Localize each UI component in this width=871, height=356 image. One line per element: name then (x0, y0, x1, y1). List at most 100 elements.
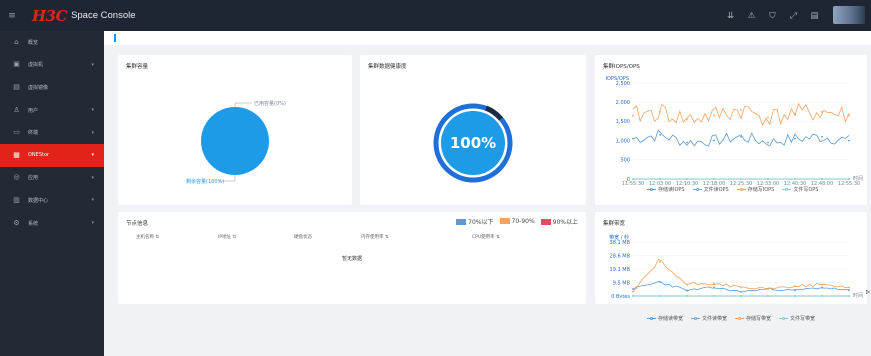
legend-label: 文件写带宽 (790, 316, 816, 322)
series-point-3 (632, 178, 634, 180)
sidebar-item-3[interactable]: ♙ 用户 ▾ (0, 99, 104, 122)
series-point-2 (848, 114, 850, 117)
sidebar-item-icon: ▥ (13, 195, 20, 204)
legend-marker-icon (735, 316, 745, 321)
series-point-3 (686, 295, 688, 297)
capacity-pie-chart: 已用容量(0%) 剩余容量(100%) (186, 100, 286, 185)
legend-item[interactable]: 文件写OPS (782, 186, 818, 193)
top-bar: ≡ H3C Space Console ⇊ ⚠ ⛉ ⤢ ▤ (0, 0, 871, 31)
sidebar-item-1[interactable]: ▣ 虚拟机 ▾ (0, 54, 104, 77)
x-tick-label: 11:55:30 (622, 181, 644, 187)
iops-line-chart: IOPS/OPS2,5002,0001,5001,000500011:55:30… (606, 76, 863, 187)
series-point-3 (794, 178, 796, 180)
avatar[interactable] (833, 6, 865, 24)
legend-item-high[interactable]: 90%以上 (540, 217, 578, 226)
series-point-2 (659, 261, 661, 263)
chevron-down-icon: ▾ (91, 197, 94, 204)
series-point-2 (740, 108, 742, 111)
series-point-2 (821, 110, 823, 113)
series-point-0 (740, 290, 742, 293)
legend-item[interactable]: 存储写带宽 (735, 315, 771, 322)
series-point-3 (713, 178, 715, 180)
series-point-0 (848, 139, 850, 142)
shield-icon[interactable]: ⛉ (762, 11, 783, 21)
chevron-down-icon: ▾ (91, 129, 94, 136)
series-point-3 (659, 295, 661, 297)
bandwidth-legend: 存储读带宽 文件读带宽 存储写带宽 文件写带宽 (647, 315, 815, 322)
series-point-0 (632, 137, 634, 140)
pie-slice-free[interactable] (201, 107, 269, 175)
legend-item[interactable]: 文件读带宽 (691, 315, 727, 322)
health-gauge: 100% (433, 103, 513, 183)
series-point-0 (821, 286, 823, 289)
legend-item[interactable]: 文件读OPS (692, 186, 729, 193)
calendar-icon[interactable]: ▤ (804, 11, 825, 21)
bandwidth-line-chart: 带宽 / 秒38.1 MB28.6 MB19.1 MB9.5 MB0 Bytes… (609, 234, 863, 298)
series-point-3 (848, 295, 850, 297)
y-tick-label: 500 (620, 158, 630, 164)
menu-toggle-icon[interactable]: ≡ (0, 11, 24, 21)
download-icon[interactable]: ⇊ (720, 11, 741, 21)
sidebar-item-7[interactable]: ▥ 数据中心 ▾ (0, 189, 104, 212)
iops-legend: 存储读IOPS 文件读OPS 存储写IOPS 文件写OPS (647, 186, 818, 193)
series-point-3 (740, 178, 742, 180)
column-host-name[interactable]: 主机名称 ⇅ (136, 234, 159, 240)
sidebar-item-label: 虚拟机 (28, 62, 44, 69)
series-point-0 (632, 288, 634, 290)
sidebar-item-2[interactable]: ▤ 虚拟镜像 (0, 76, 104, 99)
health-value: 100% (450, 134, 496, 152)
series-point-0 (794, 137, 796, 140)
sidebar-item-0[interactable]: ⌂ 概览 (0, 31, 104, 54)
sidebar-item-icon: ♙ (13, 105, 20, 114)
sidebar-item-label: 概览 (28, 39, 39, 46)
series-line-0[interactable] (632, 129, 850, 147)
column-ip-address[interactable]: IP地址 ⇅ (218, 234, 236, 240)
column-cpu-usage[interactable]: CPU使用率 ⇅ (472, 234, 500, 240)
series-point-2 (632, 114, 634, 117)
capacity-card: 集群容量 已用容量(0%) 剩余容量(100%) (118, 55, 352, 205)
h3c-logo: H3C (32, 6, 68, 25)
sidebar-item-4[interactable]: ▭ 终端 ▾ (0, 121, 104, 144)
sidebar-item-label: ONEStor (28, 152, 50, 159)
series-point-2 (659, 110, 661, 113)
legend-item[interactable]: 存储写IOPS (736, 186, 774, 193)
legend-item-low[interactable]: 70%以下 (456, 217, 494, 226)
app-name: Space Console (71, 10, 136, 21)
fullscreen-icon[interactable]: ⤢ (783, 11, 804, 21)
y-tick-label: 2,500 (616, 81, 630, 87)
sidebar-item-8[interactable]: ⚙ 系统 ▾ (0, 212, 104, 235)
sidebar-item-5[interactable]: ▦ ONEStor ▾ (0, 143, 104, 167)
y-tick-label: 19.1 MB (610, 267, 631, 273)
legend-item[interactable]: 文件写带宽 (779, 315, 815, 322)
sidebar-item-label: 应用 (28, 175, 39, 182)
series-point-2 (767, 288, 769, 290)
series-line-2[interactable] (632, 102, 850, 126)
column-memory-usage[interactable]: 内存使用率 ⇅ (361, 234, 389, 240)
series-point-0 (848, 289, 850, 292)
sidebar-item-6[interactable]: ◎ 应用 ▾ (0, 167, 104, 190)
series-point-0 (740, 135, 742, 138)
series-point-3 (740, 295, 742, 297)
series-point-0 (713, 286, 715, 289)
series-point-0 (659, 133, 661, 136)
chevron-down-icon: ▾ (91, 61, 94, 68)
series-point-2 (767, 116, 769, 119)
legend-item[interactable]: 存储读IOPS (647, 186, 685, 193)
sidebar-item-icon: ⌂ (14, 37, 19, 46)
legend-item-mid[interactable]: 70-90% (499, 218, 535, 225)
breadcrumb-bar (104, 31, 871, 45)
legend-label: 文件读带宽 (702, 316, 728, 322)
series-point-2 (794, 285, 796, 287)
y-tick-label: 1,000 (616, 138, 630, 144)
sidebar-item-label: 用户 (28, 107, 39, 114)
legend-label: 文件写OPS (793, 187, 819, 193)
sidebar-item-icon: ▭ (13, 128, 20, 137)
alert-icon[interactable]: ⚠ (741, 11, 762, 21)
legend-marker-icon (782, 187, 792, 192)
sidebar-item-label: 终端 (28, 130, 39, 137)
series-point-2 (713, 282, 715, 285)
chevron-down-icon: ▾ (91, 152, 94, 159)
series-point-0 (713, 139, 715, 142)
legend-item[interactable]: 存储读带宽 (647, 315, 683, 322)
series-point-2 (740, 286, 742, 289)
